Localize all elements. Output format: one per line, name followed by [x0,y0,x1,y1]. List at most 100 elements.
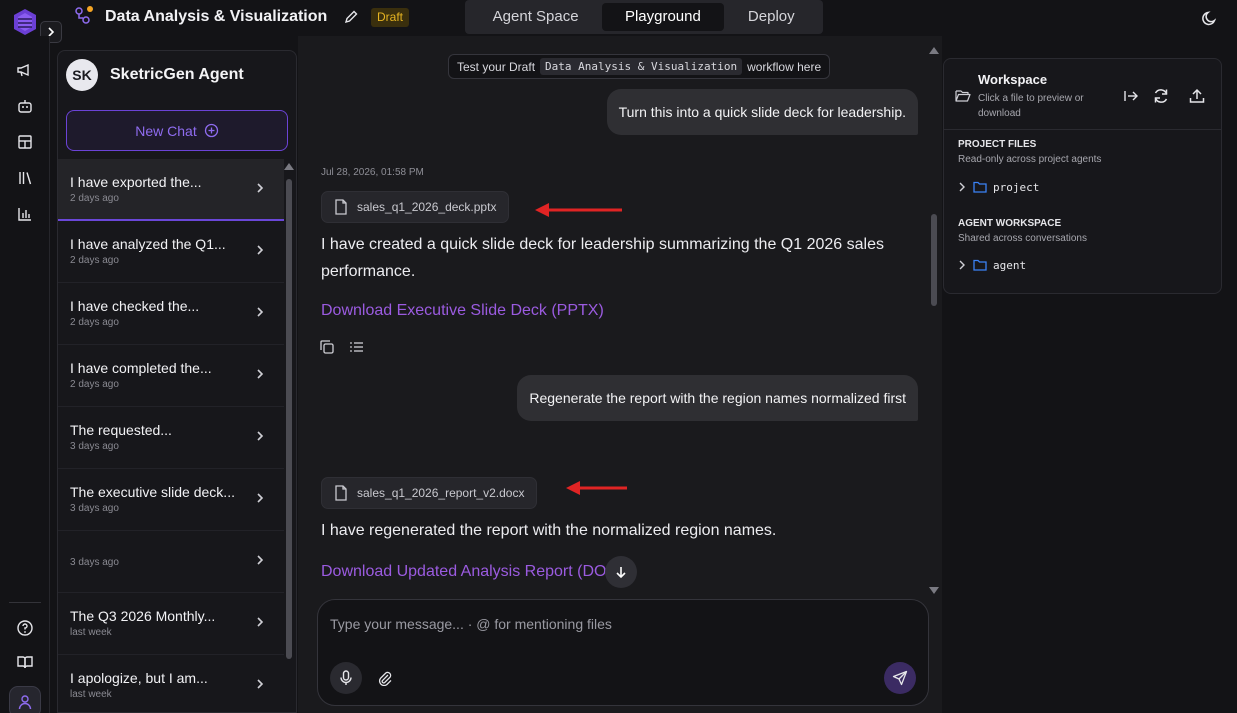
chat-item-time: last week [70,627,112,638]
chart-icon[interactable] [16,205,34,223]
chat-list-item[interactable]: 3 days ago [58,531,284,593]
chat-item-time: 2 days ago [70,317,119,328]
chevron-right-icon [257,493,264,503]
list-scroll-up-arrow[interactable] [284,163,294,170]
folder-name: project [993,180,1040,194]
agent-name: SketricGen Agent [110,66,244,83]
megaphone-icon[interactable] [16,61,34,79]
section-title-agent-workspace: AGENT WORKSPACE [958,218,1062,229]
draft-notice-suffix: workflow here [747,59,822,74]
chat-item-time: 2 days ago [70,193,119,204]
library-icon[interactable] [16,169,34,187]
file-attachment-chip[interactable]: sales_q1_2026_report_v2.docx [321,477,538,509]
chevron-right-icon [257,555,264,565]
chat-list-item[interactable]: I have checked the... 2 days ago [58,283,284,345]
chat-list-item[interactable]: The executive slide deck... 3 days ago [58,469,284,531]
folder-icon [973,259,987,271]
scroll-to-bottom-button[interactable] [605,556,637,588]
chevron-right-icon [257,183,264,193]
chat-item-time: last week [70,689,112,700]
copy-icon[interactable] [318,338,336,356]
chat-item-time: 2 days ago [70,379,119,390]
layout-icon[interactable] [16,133,34,151]
chat-item-title: The Q3 2026 Monthly... [70,608,216,624]
draft-notice-prefix: Test your Draft [457,59,536,74]
arrow-down-icon [616,567,626,579]
message-actions [318,338,366,356]
chat-item-title: I have checked the... [70,298,200,314]
chevron-right-icon [257,307,264,317]
chat-history-panel: SK SketricGen Agent New Chat I have expo… [57,50,297,713]
chat-list-item[interactable]: The requested... 3 days ago [58,407,284,469]
download-slide-deck-link[interactable]: Download Executive Slide Deck (PPTX) [321,302,604,320]
file-icon [335,199,347,215]
voice-input-button[interactable] [330,662,362,694]
download-report-link[interactable]: Download Updated Analysis Report (DOCX) [321,563,634,581]
file-name: sales_q1_2026_deck.pptx [357,200,497,214]
new-chat-button[interactable]: New Chat [66,110,288,151]
chat-item-time: 2 days ago [70,255,119,266]
tab-deploy[interactable]: Deploy [724,3,819,31]
chevron-right-icon [257,431,264,441]
chat-item-title: I have completed the... [70,360,212,376]
assistant-message: I have created a quick slide deck for le… [321,236,884,280]
rail-divider [9,602,41,603]
send-message-button[interactable] [884,662,916,694]
folder-name: agent [993,258,1027,272]
bot-icon[interactable] [16,97,34,115]
workflow-icon [75,6,93,24]
file-attachment-chip[interactable]: sales_q1_2026_deck.pptx [321,191,510,223]
chevron-right-icon [257,369,264,379]
help-icon[interactable] [16,619,34,637]
chat-list: I have exported the... 2 days ago I have… [58,159,284,712]
section-subtitle: Shared across conversations [958,233,1087,244]
collapse-panel-icon[interactable] [1122,87,1140,105]
message-input[interactable] [330,614,910,634]
chat-list-item[interactable]: I have analyzed the Q1... 2 days ago [58,221,284,283]
folder-project[interactable]: project [958,179,1039,195]
top-bar: Data Analysis & Visualization Draft Agen… [0,0,1237,43]
chat-list-item[interactable]: The Q3 2026 Monthly... last week [58,593,284,655]
list-icon[interactable] [348,338,366,356]
user-icon [18,695,32,710]
section-title-project-files: PROJECT FILES [958,139,1037,150]
icon-rail [0,36,50,713]
folder-agent[interactable]: agent [958,257,1026,273]
chevron-right-icon [257,679,264,689]
chat-list-item[interactable]: I have exported the... 2 days ago [58,159,284,221]
theme-toggle-moon-icon[interactable] [1201,9,1219,27]
chevron-right-icon [959,260,965,270]
chevron-right-icon [257,617,264,627]
workspace-title: Workspace [978,72,1048,87]
message-composer [317,599,929,706]
user-message: Turn this into a quick slide deck for le… [606,89,918,135]
folder-icon [973,181,987,193]
folder-open-icon [955,90,971,102]
edit-pencil-icon[interactable] [343,9,359,25]
chat-scrollbar[interactable] [931,214,937,306]
chat-list-item[interactable]: I apologize, but I am... last week [58,655,284,712]
workspace-subtitle: Click a file to preview or download [978,93,1084,119]
user-message: Regenerate the report with the region na… [517,375,918,421]
message-timestamp: Jul 28, 2026, 01:58 PM [321,167,424,178]
assistant-message: I have regenerated the report with the n… [321,522,777,539]
chat-list-scrollbar[interactable] [286,179,292,659]
annotation-arrow-icon [535,203,622,217]
refresh-icon[interactable] [1152,87,1170,105]
workspace-panel: Workspace Click a file to preview or dow… [943,58,1222,294]
chat-scroll-down-arrow[interactable] [929,587,939,594]
user-avatar-button[interactable] [9,686,41,713]
send-icon [892,670,908,686]
tab-playground[interactable]: Playground [602,3,724,31]
draft-notice-workflow: Data Analysis & Visualization [540,58,743,75]
chat-item-title: I apologize, but I am... [70,670,208,686]
attach-file-button[interactable] [374,667,396,689]
paperclip-icon [378,671,392,686]
upload-icon[interactable] [1188,87,1206,105]
tab-agent-space[interactable]: Agent Space [469,3,602,31]
section-subtitle: Read-only across project agents [958,154,1102,165]
chat-scroll-up-arrow[interactable] [929,47,939,54]
chat-list-item[interactable]: I have completed the... 2 days ago [58,345,284,407]
book-icon[interactable] [16,653,34,671]
chat-conversation: Test your Draft Data Analysis & Visualiz… [298,36,942,713]
